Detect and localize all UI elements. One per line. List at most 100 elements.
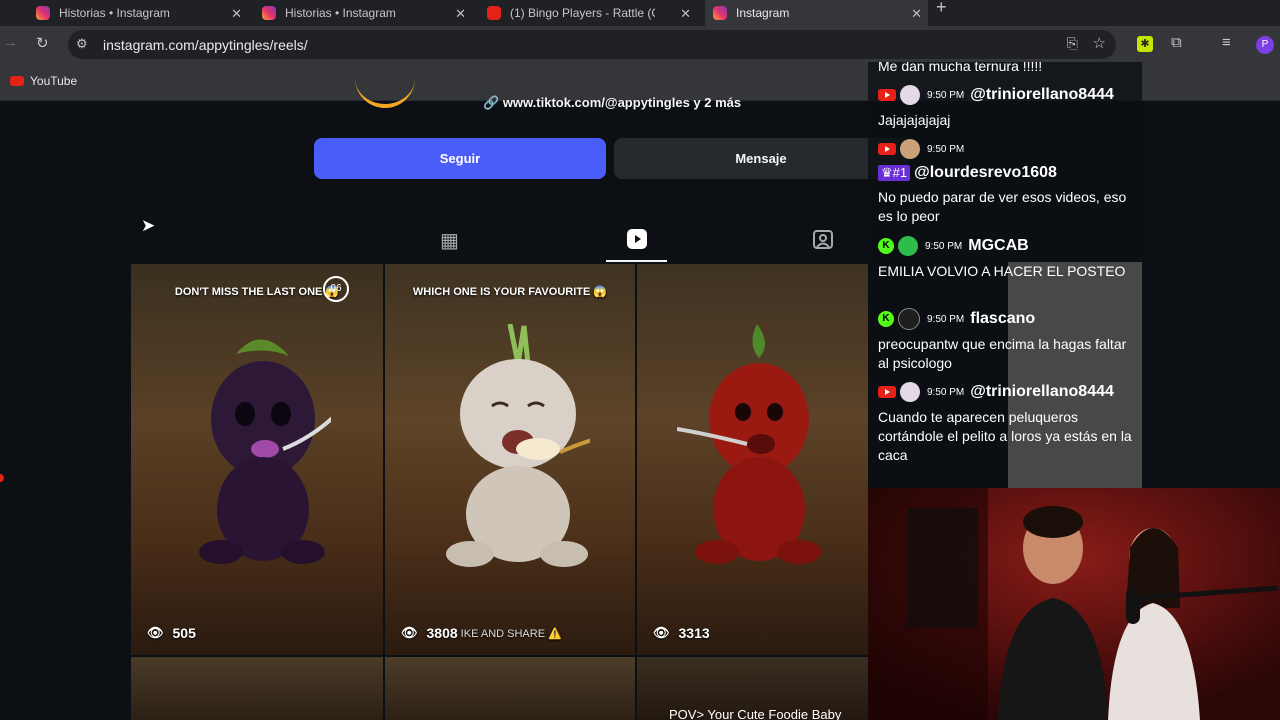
youtube-icon bbox=[10, 76, 24, 86]
close-tab-icon[interactable]: ✕ bbox=[680, 6, 691, 22]
eggplant-baby-figure bbox=[199, 339, 331, 564]
message-time: 9:50 PM bbox=[925, 240, 963, 252]
instagram-icon bbox=[713, 6, 727, 20]
profile-link-text[interactable]: www.tiktok.com/@appytingles y 2 más bbox=[503, 95, 741, 110]
close-tab-icon[interactable]: ✕ bbox=[911, 6, 922, 22]
instagram-icon bbox=[262, 6, 276, 20]
eye-icon: 👁 bbox=[653, 625, 670, 640]
reload-icon[interactable]: ↻ bbox=[36, 34, 49, 52]
view-count: 3808 bbox=[426, 625, 458, 641]
message-time: 9:50 PM bbox=[927, 89, 965, 101]
tab-title: Historias • Instagram bbox=[285, 6, 396, 20]
instagram-icon bbox=[36, 6, 50, 20]
reel-caption: WHICH ONE IS YOUR FAVOURITE 😱 bbox=[412, 286, 608, 298]
eye-icon: 👁 bbox=[401, 625, 418, 640]
browser-toolbar: → ↻ ⚙ instagram.com/appytingles/reels/ ⎘… bbox=[0, 26, 1280, 62]
eye-icon: 👁 bbox=[147, 625, 164, 640]
reel-tile[interactable]: DON'T MISS THE LAST ONE 😱 06 👁 505 bbox=[131, 264, 383, 655]
url-text[interactable]: instagram.com/appytingles/reels/ bbox=[103, 37, 308, 53]
reel-tile[interactable]: 👁 3313 bbox=[637, 264, 868, 655]
username: flascano bbox=[970, 310, 1036, 327]
tab-title: Historias • Instagram bbox=[59, 6, 170, 20]
close-tab-icon[interactable]: ✕ bbox=[231, 6, 242, 22]
follow-button[interactable]: Seguir bbox=[314, 138, 606, 179]
browser-tab[interactable]: Historias • Instagram ✕ bbox=[36, 0, 242, 26]
profile-avatar[interactable]: P bbox=[1256, 36, 1274, 54]
username: @triniorellano8444 bbox=[970, 383, 1114, 400]
chat-message: 9:50 PM @triniorellano8444 Cuando te apa… bbox=[878, 382, 1140, 465]
browser-tab-strip: Historias • Instagram ✕ Historias • Inst… bbox=[0, 0, 1280, 26]
extension-icon[interactable]: ✱ bbox=[1137, 36, 1153, 52]
webcam-overlay bbox=[868, 488, 1280, 720]
reel-tile[interactable] bbox=[131, 657, 383, 720]
browser-tab[interactable]: Historias • Instagram ✕ bbox=[262, 0, 466, 26]
mouse-cursor: ➤ bbox=[141, 216, 156, 235]
stream-chat-overlay: Me dan mucha ternura !!!!! 9:50 PM @trin… bbox=[868, 62, 1142, 488]
youtube-icon bbox=[487, 6, 501, 20]
link-icon: 🔗 bbox=[483, 95, 500, 110]
chat-message: 9:50 PM ♛#1 @lourdesrevo1608 No puedo pa… bbox=[878, 139, 1140, 226]
user-avatar bbox=[898, 236, 918, 256]
youtube-icon bbox=[878, 89, 896, 101]
site-settings-icon[interactable]: ⚙ bbox=[76, 36, 88, 52]
youtube-icon bbox=[878, 143, 896, 155]
new-tab-button[interactable]: + bbox=[936, 0, 947, 18]
profile-avatar-ring[interactable] bbox=[355, 72, 415, 108]
reel-tile[interactable] bbox=[385, 657, 635, 720]
tab-title: Instagram bbox=[736, 6, 790, 20]
crown-rank-badge: ♛#1 bbox=[878, 165, 911, 181]
bookmark-youtube[interactable]: YouTube bbox=[30, 74, 77, 88]
username: MGCAB bbox=[968, 237, 1029, 254]
pepper-baby-figure bbox=[677, 324, 821, 564]
message-text: No puedo parar de ver esos videos, eso e… bbox=[878, 189, 1127, 224]
chat-message: 9:50 PM @triniorellano8444 Jajajajajajaj bbox=[878, 85, 1140, 130]
webcam-scene bbox=[868, 488, 1280, 720]
message-button[interactable]: Mensaje bbox=[614, 138, 908, 179]
bookmark-star-icon[interactable]: ☆ bbox=[1093, 34, 1106, 52]
chat-message: K 9:50 PM MGCAB EMILIA VOLVIO A HACER EL… bbox=[878, 236, 1140, 281]
reel-tile[interactable]: WHICH ONE IS YOUR FAVOURITE 😱 👁 3808 IKE… bbox=[385, 264, 635, 655]
message-text: preocupantw que encima la hagas faltar a… bbox=[878, 336, 1127, 371]
message-text: Cuando te aparecen peluqueros cortándole… bbox=[878, 409, 1132, 463]
media-control-icon[interactable]: ≡ bbox=[1222, 34, 1231, 51]
message-time: 9:50 PM bbox=[927, 313, 965, 325]
message-text: Jajajajajajaj bbox=[878, 112, 951, 128]
kick-icon: K bbox=[878, 238, 894, 254]
close-tab-icon[interactable]: ✕ bbox=[455, 6, 466, 22]
reel-badge: 06 bbox=[323, 276, 349, 302]
youtube-icon bbox=[878, 386, 896, 398]
recording-indicator bbox=[0, 474, 4, 482]
reel-tile[interactable]: POV> Your Cute Foodie Baby bbox=[637, 657, 868, 720]
message-time: 9:50 PM bbox=[927, 143, 965, 155]
chat-message-partial: Me dan mucha ternura !!!!! bbox=[878, 62, 1043, 74]
install-app-icon[interactable]: ⎘ bbox=[1067, 35, 1078, 52]
garlic-baby-figure bbox=[446, 324, 590, 567]
reels-icon[interactable] bbox=[626, 228, 648, 256]
view-count: 505 bbox=[172, 625, 196, 641]
address-bar[interactable]: ⚙ instagram.com/appytingles/reels/ ⎘ ☆ bbox=[68, 30, 1116, 59]
active-tab-indicator bbox=[606, 260, 667, 262]
reel-views: 👁 3313 bbox=[653, 625, 710, 641]
reel-overlay-text: IKE AND SHARE ⚠️ bbox=[460, 627, 562, 640]
message-time: 9:50 PM bbox=[927, 386, 965, 398]
view-count: 3313 bbox=[678, 625, 710, 641]
posts-grid-icon[interactable]: ▦ bbox=[440, 228, 459, 253]
kick-icon: K bbox=[878, 311, 894, 327]
user-avatar bbox=[900, 382, 920, 402]
username: @lourdesrevo1608 bbox=[914, 164, 1057, 181]
user-avatar bbox=[898, 308, 920, 330]
username: @triniorellano8444 bbox=[970, 86, 1114, 103]
chat-message: K 9:50 PM flascano preocupantw que encim… bbox=[878, 308, 1140, 373]
extensions-puzzle-icon[interactable]: ⧉ bbox=[1171, 34, 1182, 51]
forward-icon[interactable]: → bbox=[3, 34, 18, 51]
reel-views: 👁 3808 IKE AND SHARE ⚠️ bbox=[401, 625, 562, 641]
user-avatar bbox=[900, 85, 920, 105]
tab-title: (1) Bingo Players - Rattle (Ori bbox=[510, 6, 655, 20]
user-avatar bbox=[900, 139, 920, 159]
reel-views: 👁 505 bbox=[147, 625, 196, 641]
tagged-icon[interactable] bbox=[812, 228, 834, 256]
message-text: EMILIA VOLVIO A HACER EL POSTEO bbox=[878, 263, 1126, 279]
browser-tab[interactable]: (1) Bingo Players - Rattle (Ori ✕ bbox=[487, 0, 691, 26]
profile-links[interactable]: 🔗 www.tiktok.com/@appytingles y 2 más bbox=[483, 95, 741, 111]
browser-tab-active[interactable]: Instagram ✕ bbox=[705, 0, 928, 26]
